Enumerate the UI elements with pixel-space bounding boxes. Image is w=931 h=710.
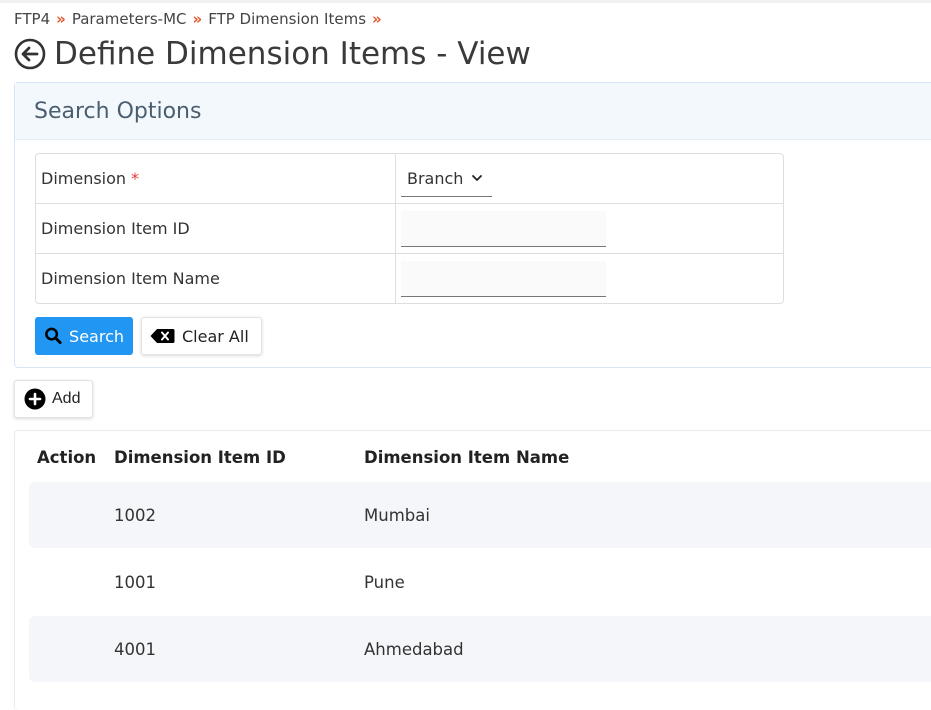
form-row-dimension: Dimension * Branch: [36, 154, 783, 204]
search-options-panel: Search Options Dimension * Branch Dimens…: [14, 82, 931, 368]
cell-item-name: Ahmedabad: [364, 639, 464, 659]
item-id-label: Dimension Item ID: [36, 204, 396, 253]
form-row-item-id: Dimension Item ID: [36, 204, 783, 254]
add-button[interactable]: Add: [14, 380, 93, 418]
search-form: Dimension * Branch Dimension Item ID Dim…: [35, 153, 784, 304]
table-header: Action Dimension Item ID Dimension Item …: [15, 431, 931, 483]
table-row[interactable]: 1001 Pune: [29, 549, 931, 615]
breadcrumb-item-ftp4[interactable]: FTP4: [14, 10, 50, 28]
arrow-left-circle-icon[interactable]: [14, 38, 46, 70]
breadcrumb: FTP4 » Parameters-MC » FTP Dimension Items »: [14, 10, 388, 28]
breadcrumb-separator: »: [372, 10, 382, 28]
results-table: Action Dimension Item ID Dimension Item …: [14, 430, 931, 710]
dimension-label-text: Dimension: [41, 169, 127, 188]
required-mark: *: [131, 169, 140, 188]
page-title: Define Dimension Items - View: [54, 36, 531, 72]
search-button[interactable]: Search: [35, 317, 133, 355]
item-name-label: Dimension Item Name: [36, 254, 396, 303]
column-header-item-id[interactable]: Dimension Item ID: [114, 448, 286, 467]
breadcrumb-separator: »: [56, 10, 66, 28]
cell-item-name: Mumbai: [364, 505, 430, 525]
search-buttons: Search Clear All: [35, 317, 262, 355]
clear-all-button-label: Clear All: [182, 326, 249, 346]
backspace-icon: [150, 329, 175, 343]
cell-item-id: 4001: [114, 639, 156, 659]
title-row: Define Dimension Items - View: [14, 36, 531, 72]
search-options-header[interactable]: Search Options: [15, 83, 931, 140]
item-id-input[interactable]: [401, 210, 606, 247]
plus-circle-icon: [24, 388, 46, 410]
form-row-item-name: Dimension Item Name: [36, 254, 783, 303]
table-row[interactable]: 1002 Mumbai: [29, 482, 931, 548]
top-border: [0, 0, 931, 3]
cell-item-id: 1002: [114, 505, 156, 525]
breadcrumb-item-dimension-items[interactable]: FTP Dimension Items: [208, 10, 366, 28]
cell-item-name: Pune: [364, 572, 405, 592]
dimension-label: Dimension *: [36, 154, 396, 203]
search-button-label: Search: [69, 326, 124, 346]
column-header-action[interactable]: Action: [37, 448, 96, 467]
search-icon: [45, 327, 62, 345]
add-button-label: Add: [52, 390, 81, 407]
cell-item-id: 1001: [114, 572, 156, 592]
breadcrumb-separator: »: [192, 10, 203, 28]
breadcrumb-item-parameters[interactable]: Parameters-MC: [72, 10, 187, 28]
item-id-value-cell: [396, 204, 783, 253]
clear-all-button[interactable]: Clear All: [141, 317, 262, 355]
chevron-down-icon: [472, 175, 483, 181]
table-row[interactable]: 4001 Ahmedabad: [29, 616, 931, 682]
dimension-value-cell: Branch: [396, 154, 783, 203]
column-header-item-name[interactable]: Dimension Item Name: [364, 448, 569, 467]
dimension-select-value: Branch: [407, 168, 464, 188]
item-name-input[interactable]: [401, 260, 606, 297]
dimension-select[interactable]: Branch: [401, 161, 492, 197]
item-name-value-cell: [396, 254, 783, 303]
